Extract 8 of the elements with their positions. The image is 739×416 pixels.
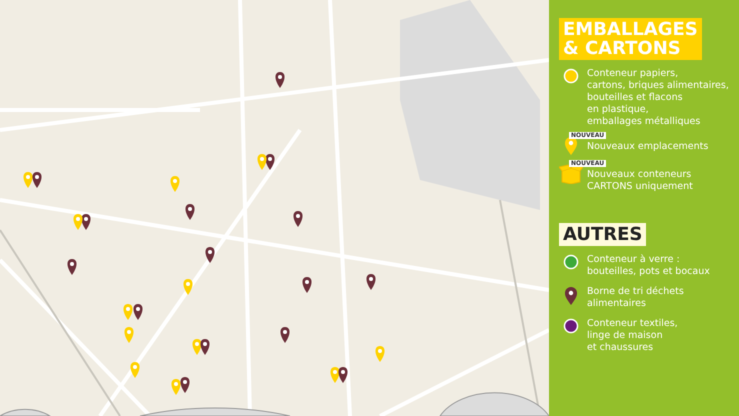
legend-text: Conteneur textiles, linge de maison et chaussures — [587, 318, 678, 354]
section-title: EMBALLAGES & CARTONS — [559, 18, 702, 60]
section-title: AUTRES — [559, 223, 646, 246]
legend-text: Conteneur papiers, cartons, briques alimentaires, bouteilles et flacons en plastique, emballages métalliques — [587, 68, 729, 128]
legend-text: Nouveaux emplacements — [587, 141, 708, 153]
legend-text: Nouveaux conteneurs CARTONS uniquement — [587, 169, 693, 193]
legend-text: Conteneur à verre : bouteilles, pots et bocaux — [587, 254, 710, 278]
legend-text: Borne de tri déchets alimentaires — [587, 286, 684, 310]
